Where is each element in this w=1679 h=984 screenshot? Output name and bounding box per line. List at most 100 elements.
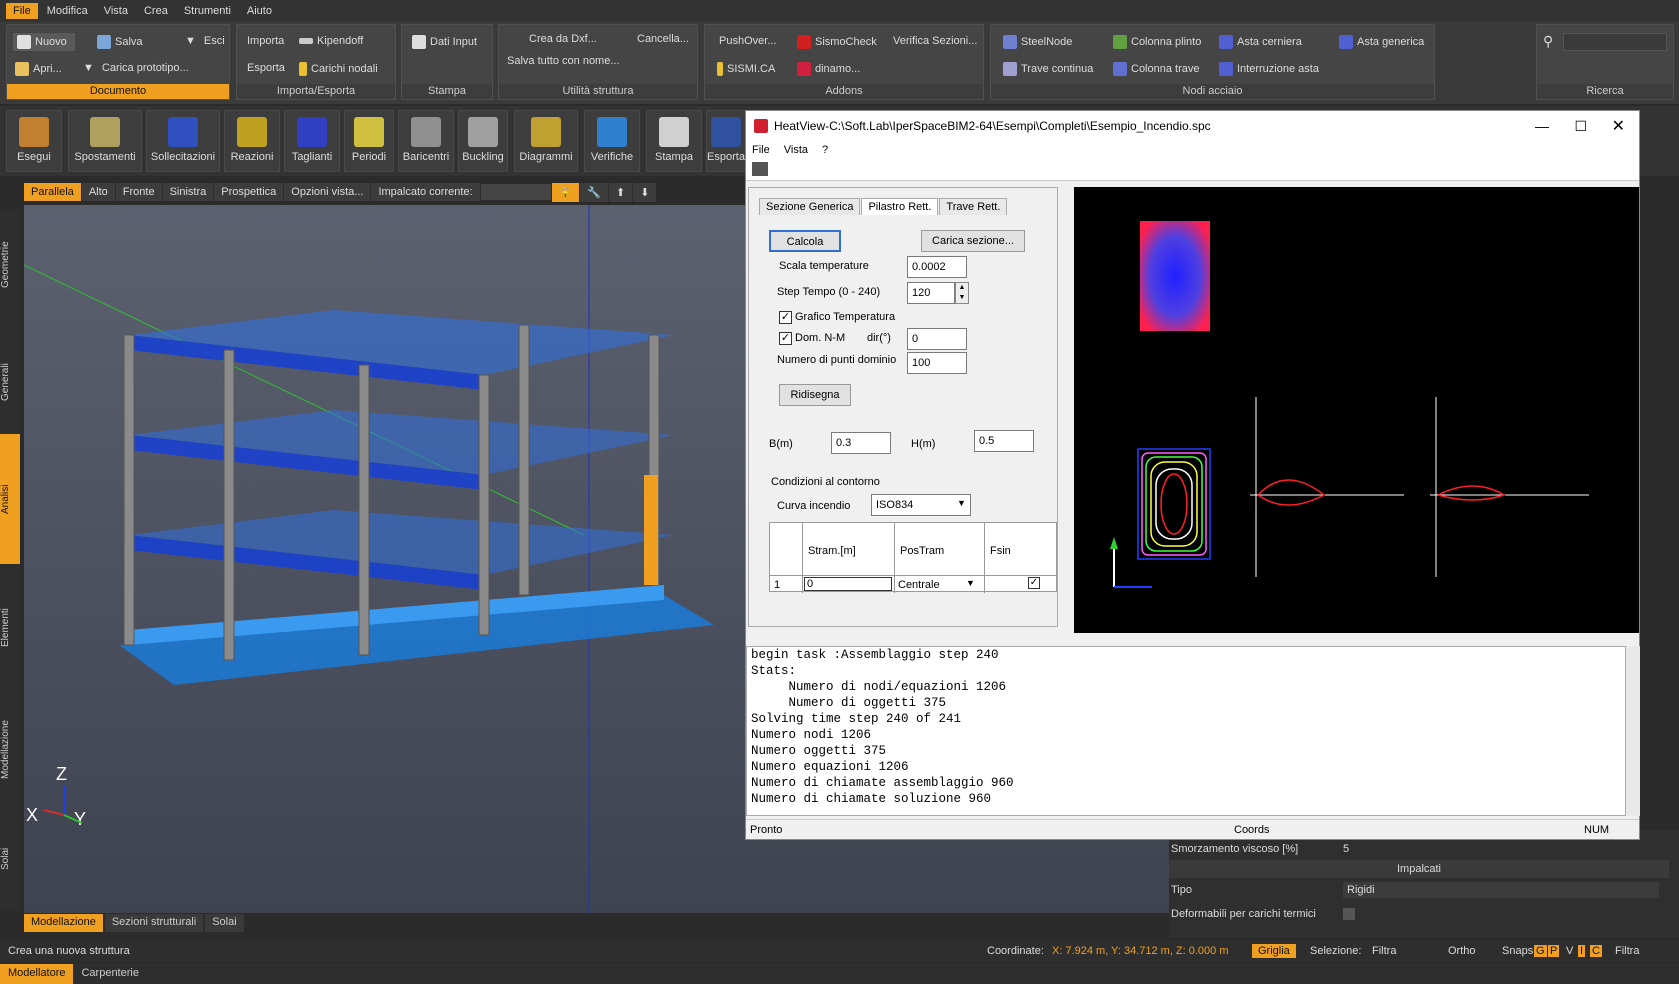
tab-generali[interactable]: Generali (0, 322, 20, 442)
tab-modellatore[interactable]: Modellatore (0, 964, 74, 984)
tab-parallela[interactable]: Parallela (24, 183, 81, 201)
tipo-select[interactable]: Rigidi (1343, 882, 1659, 898)
tab-alto[interactable]: Alto (81, 183, 115, 201)
salva-button[interactable]: Salva (97, 35, 143, 49)
menu-crea[interactable]: Crea (137, 3, 175, 19)
smorzamento-value[interactable]: 5 (1343, 843, 1679, 855)
spostamenti-button[interactable]: Spostamenti (68, 110, 142, 172)
console-scrollbar[interactable] (1626, 646, 1640, 816)
colonna-plinto-button[interactable]: Colonna plinto (1113, 35, 1201, 49)
dinamo-button[interactable]: dinamo... (797, 62, 860, 76)
lock-icon[interactable]: 🔒 (551, 182, 580, 202)
ridisegna-button[interactable]: Ridisegna (779, 384, 851, 406)
taglianti-button[interactable]: Taglianti (284, 110, 340, 172)
impalcato-select[interactable] (480, 184, 551, 200)
tab-modellazione-bottom[interactable]: Modellazione (24, 914, 103, 932)
deformabili-checkbox[interactable] (1343, 908, 1355, 920)
postram-cell[interactable]: Centrale (898, 579, 940, 591)
steelnode-button[interactable]: SteelNode (1003, 35, 1072, 49)
carica-prototipo-button[interactable]: ▼ Carica prototipo... (83, 62, 189, 74)
wrench-icon[interactable]: 🔧 (580, 182, 608, 202)
tab-carpenterie[interactable]: Carpenterie (73, 964, 146, 984)
snap-p[interactable]: P (1548, 945, 1560, 957)
sismocheck-button[interactable]: SismoCheck (797, 35, 877, 49)
carichi-nodali-button[interactable]: Carichi nodali (299, 62, 378, 76)
asta-generica-button[interactable]: Asta generica (1339, 35, 1424, 49)
baricentri-button[interactable]: Baricentri (398, 110, 454, 172)
filtra-button[interactable]: Filtra (1372, 945, 1396, 957)
h-input[interactable]: 0.5 (974, 430, 1034, 452)
hv-menu-vista[interactable]: Vista (784, 144, 808, 156)
search-input[interactable] (1563, 33, 1667, 51)
scala-input[interactable]: 0.0002 (907, 256, 967, 278)
verifica-sezioni-button[interactable]: Verifica Sezioni... (893, 35, 977, 47)
tab-modellazione[interactable]: Modellazione (0, 690, 20, 810)
fsin-checkbox[interactable]: ✓ (1028, 577, 1040, 589)
snap-c[interactable]: C (1590, 945, 1602, 957)
impalcati-header[interactable]: Impalcati (1169, 860, 1669, 878)
close-icon[interactable]: ✕ (1612, 116, 1625, 136)
arrow-up-icon[interactable]: ⬆ (609, 182, 633, 202)
tab-solai[interactable]: Solai (0, 814, 20, 904)
nuovo-button[interactable]: Nuovo (13, 33, 75, 51)
dir-input[interactable]: 0 (907, 328, 967, 350)
grafico-checkbox[interactable]: ✓ (779, 311, 792, 324)
menu-file[interactable]: File (6, 3, 38, 19)
tab-sezioni-strutturali[interactable]: Sezioni strutturali (104, 914, 204, 932)
importa-button[interactable]: Importa (247, 35, 284, 47)
asta-cerniera-button[interactable]: Asta cerniera (1219, 35, 1302, 49)
tab-analisi[interactable]: Analisi (0, 434, 20, 564)
tab-geometrie[interactable]: Geometrie (0, 210, 20, 320)
filtra-snap-button[interactable]: Filtra (1615, 945, 1639, 957)
menu-aiuto[interactable]: Aiuto (240, 3, 279, 19)
maximize-icon[interactable]: ☐ (1574, 118, 1587, 135)
pushover-button[interactable]: PushOver... (719, 35, 776, 47)
toolbar-icon[interactable] (752, 162, 768, 176)
reazioni-button[interactable]: Reazioni (224, 110, 280, 172)
opzioni-vista-button[interactable]: Opzioni vista... (284, 183, 371, 201)
tab-trave-rett[interactable]: Trave Rett. (939, 198, 1008, 215)
verifiche-button[interactable]: Verifiche (584, 110, 640, 172)
menu-modifica[interactable]: Modifica (40, 3, 95, 19)
sismica-button[interactable]: SISMI.CA (717, 62, 775, 76)
esci-button[interactable]: ▼ Esci (185, 35, 225, 47)
step-input[interactable]: 120 (907, 282, 955, 304)
snap-i[interactable]: I (1578, 945, 1586, 957)
arrow-down-icon[interactable]: ⬇ (633, 182, 657, 202)
tab-elementi[interactable]: Elementi (0, 568, 20, 688)
dati-input-button[interactable]: Dati Input (412, 35, 477, 49)
esegui-button[interactable]: Esegui (6, 110, 62, 172)
curva-select[interactable]: ISO834 (871, 494, 971, 516)
heat-canvas[interactable] (1074, 187, 1639, 633)
menu-strumenti[interactable]: Strumenti (177, 3, 238, 19)
salva-tutto-button[interactable]: Salva tutto con nome... (507, 55, 620, 67)
tab-sezione-generica[interactable]: Sezione Generica (759, 198, 861, 215)
dom-checkbox[interactable]: ✓ (779, 332, 792, 345)
esporta-button[interactable]: Esporta (706, 110, 746, 172)
diagrammi-button[interactable]: Diagrammi (514, 110, 578, 172)
carica-sezione-button[interactable]: Carica sezione... (921, 230, 1025, 252)
snap-v[interactable]: V (1566, 945, 1573, 957)
npunti-input[interactable]: 100 (907, 352, 967, 374)
step-spinner[interactable]: ▲ ▼ (955, 282, 969, 304)
tab-solai-bottom[interactable]: Solai (205, 914, 244, 932)
log-console[interactable]: begin task :Assemblaggio step 240 Stats: … (746, 646, 1626, 816)
stram-cell[interactable]: 0 (804, 577, 892, 591)
hv-menu-file[interactable]: File (752, 144, 770, 156)
tab-pilastro-rett[interactable]: Pilastro Rett. (861, 198, 939, 215)
chevron-down-icon[interactable]: ▼ (966, 578, 975, 588)
kipendoff-button[interactable]: Kipendoff (299, 35, 363, 47)
ortho-toggle[interactable]: Ortho (1448, 945, 1476, 957)
menu-vista[interactable]: Vista (97, 3, 135, 19)
sollecitazioni-button[interactable]: Sollecitazioni (146, 110, 220, 172)
tab-fronte[interactable]: Fronte (115, 183, 162, 201)
crea-dxf-button[interactable]: Crea da Dxf... (529, 33, 597, 45)
cancella-button[interactable]: Cancella... (637, 33, 689, 45)
trave-continua-button[interactable]: Trave continua (1003, 62, 1093, 76)
buckling-button[interactable]: Buckling (458, 110, 508, 172)
b-input[interactable]: 0.3 (831, 432, 891, 454)
esporta-button[interactable]: Esporta (247, 62, 285, 74)
calcola-button[interactable]: Calcola (769, 230, 841, 252)
hv-menu-help[interactable]: ? (822, 144, 828, 156)
periodi-button[interactable]: Periodi (344, 110, 394, 172)
